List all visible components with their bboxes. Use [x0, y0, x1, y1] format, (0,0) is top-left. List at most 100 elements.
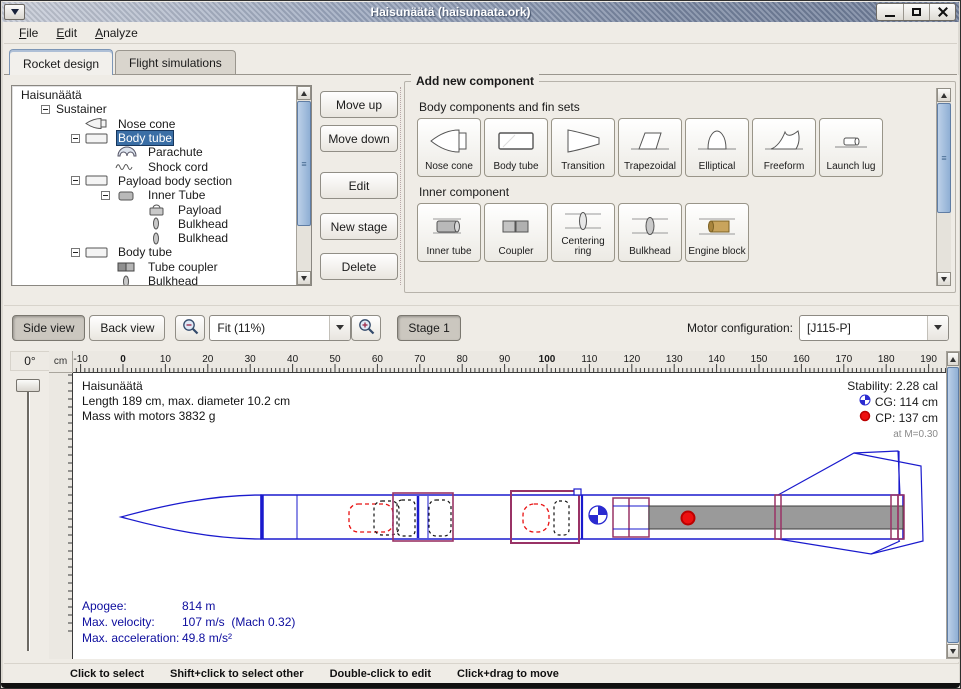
- menu-bar: FileEditAnalyze: [4, 22, 957, 44]
- maximize-button[interactable]: [903, 4, 929, 20]
- tree-item-bulkhead[interactable]: Bulkhead: [13, 231, 295, 245]
- new-stage-button[interactable]: New stage: [320, 213, 398, 240]
- move-down-button[interactable]: Move down: [320, 125, 398, 152]
- scroll-down-button[interactable]: [937, 272, 951, 286]
- add-body-tube-button[interactable]: Body tube: [484, 118, 548, 177]
- minimize-button[interactable]: [877, 4, 903, 20]
- add-freeform-button[interactable]: Freeform: [752, 118, 816, 177]
- design-panel: HaisunäätäSustainerNose coneBody tubePar…: [4, 75, 959, 305]
- tab-rocket-design[interactable]: Rocket design: [9, 49, 113, 75]
- add-trapezoidal-button[interactable]: Trapezoidal: [618, 118, 682, 177]
- flight-stat-value: 814 m: [182, 599, 215, 613]
- zoom-level-select[interactable]: Fit (11%): [209, 315, 351, 341]
- stage-1-button[interactable]: Stage 1: [397, 315, 460, 341]
- title-bar[interactable]: Haisunäätä (haisunaata.ork): [2, 2, 959, 22]
- scroll-down-button[interactable]: [297, 271, 311, 285]
- hint-shift-click-to-select-other: Shift+click to select other: [170, 668, 304, 680]
- bulkhead-icon: [114, 275, 140, 287]
- tree-item-body-tube[interactable]: Body tube: [13, 131, 295, 145]
- menu-edit[interactable]: Edit: [47, 23, 86, 43]
- mach-note: at M=0.30: [847, 427, 938, 442]
- add-engine-block-button[interactable]: Engine block: [685, 203, 749, 262]
- scroll-down-button[interactable]: [947, 644, 959, 658]
- add-coupler-button[interactable]: Coupler: [484, 203, 548, 262]
- inner-tube-icon: [427, 204, 471, 247]
- coupler-icon: [494, 204, 538, 247]
- edit-button[interactable]: Edit: [320, 172, 398, 199]
- tree-item-body-tube[interactable]: Body tube: [13, 245, 295, 259]
- close-button[interactable]: [929, 4, 955, 20]
- add-inner-tube-button[interactable]: Inner tube: [417, 203, 481, 262]
- add-bulkhead-button[interactable]: Bulkhead: [618, 203, 682, 262]
- rocket-canvas[interactable]: Haisunäätä Length 189 cm, max. diameter …: [73, 373, 946, 659]
- add-centering-ring-button[interactable]: Centering ring: [551, 203, 615, 262]
- add-elliptical-button[interactable]: Elliptical: [685, 118, 749, 177]
- tree-item-parachute[interactable]: Parachute: [13, 145, 295, 159]
- tab-flight-simulations[interactable]: Flight simulations: [115, 50, 236, 74]
- tree-item-tube-coupler[interactable]: Tube coupler: [13, 260, 295, 274]
- diagram-scrollbar[interactable]: [946, 351, 960, 659]
- tree-item-label: Parachute: [146, 145, 205, 159]
- palette-button-label: Body tube: [493, 162, 538, 176]
- tree-scrollbar-thumb[interactable]: ≡: [297, 101, 311, 226]
- tree-scrollbar[interactable]: ≡: [296, 86, 311, 285]
- tree-item-bulkhead[interactable]: Bulkhead: [13, 274, 295, 286]
- tree-item-bulkhead[interactable]: Bulkhead: [13, 217, 295, 231]
- tree-expander[interactable]: [101, 191, 110, 200]
- tree-item-nose-cone[interactable]: Nose cone: [13, 117, 295, 131]
- tree-expander[interactable]: [71, 176, 80, 185]
- svg-text:110: 110: [581, 354, 597, 365]
- svg-text:0: 0: [120, 354, 126, 365]
- palette-row: Nose cone Body tube TransitionTrapezoidalE…: [417, 118, 935, 177]
- add-nose-cone-button[interactable]: Nose cone: [417, 118, 481, 177]
- palette-button-label: Engine block: [688, 247, 745, 261]
- window-menu-button[interactable]: [4, 4, 25, 20]
- zoom-out-button[interactable]: [175, 315, 205, 341]
- rotation-slider-handle[interactable]: [16, 379, 40, 392]
- scroll-up-button[interactable]: [297, 86, 311, 100]
- palette-button-label: Coupler: [498, 247, 533, 261]
- rocket-diagram-panel: 0° cm -100102030405060708090100110120130…: [4, 349, 959, 662]
- rotation-slider[interactable]: [14, 377, 42, 655]
- diagram-scrollbar-thumb[interactable]: [947, 367, 959, 643]
- palette-section-label: Inner component: [419, 185, 935, 199]
- svg-text:170: 170: [835, 354, 852, 365]
- scroll-up-button[interactable]: [947, 352, 959, 366]
- move-up-button[interactable]: Move up: [320, 91, 398, 118]
- tree-item-payload[interactable]: Payload: [13, 202, 295, 216]
- back-view-button[interactable]: Back view: [89, 315, 165, 341]
- tree-item-payload-body-section[interactable]: Payload body section: [13, 174, 295, 188]
- pane-splitter[interactable]: [400, 87, 401, 285]
- tube-coupler-icon: [114, 260, 140, 273]
- flight-stat-row: Max. velocity:107 m/s (Mach 0.32): [82, 614, 295, 630]
- zoom-in-button[interactable]: [351, 315, 381, 341]
- palette-scrollbar-thumb[interactable]: ≡: [937, 103, 951, 213]
- flight-stats: Apogee:814 mMax. velocity:107 m/s (Mach …: [82, 598, 295, 646]
- chevron-down-icon: [927, 316, 948, 340]
- menu-analyze[interactable]: Analyze: [86, 23, 147, 43]
- hint-double-click-to-edit: Double-click to edit: [330, 668, 431, 680]
- horizontal-ruler: -100102030405060708090100110120130140150…: [73, 351, 946, 373]
- freeform-fin-icon: [762, 119, 806, 162]
- svg-text:120: 120: [623, 354, 640, 365]
- add-transition-button[interactable]: Transition: [551, 118, 615, 177]
- side-view-button[interactable]: Side view: [12, 315, 85, 341]
- cg-value: CG: 114 cm: [875, 395, 938, 410]
- tree-item-sustainer[interactable]: Sustainer: [13, 102, 295, 116]
- scroll-up-button[interactable]: [937, 88, 951, 102]
- palette-scrollbar[interactable]: ≡: [936, 88, 951, 286]
- tree-item-label: Bulkhead: [146, 274, 200, 286]
- add-launch-lug-button[interactable]: Launch lug: [819, 118, 883, 177]
- tree-item-inner-tube[interactable]: Inner Tube: [13, 188, 295, 202]
- cp-marker: [682, 512, 695, 525]
- tree-expander[interactable]: [71, 134, 80, 143]
- menu-file[interactable]: File: [10, 23, 47, 43]
- tree-expander[interactable]: [71, 248, 80, 257]
- motor-configuration-select[interactable]: [J115-P]: [799, 315, 949, 341]
- delete-button[interactable]: Delete: [320, 253, 398, 280]
- tree-expander[interactable]: [41, 105, 50, 114]
- palette-button-label: Bulkhead: [629, 247, 671, 261]
- tree-item-shock-cord[interactable]: Shock cord: [13, 159, 295, 173]
- svg-text:80: 80: [457, 354, 469, 365]
- tree-item-haisun-t[interactable]: Haisunäätä: [13, 88, 295, 102]
